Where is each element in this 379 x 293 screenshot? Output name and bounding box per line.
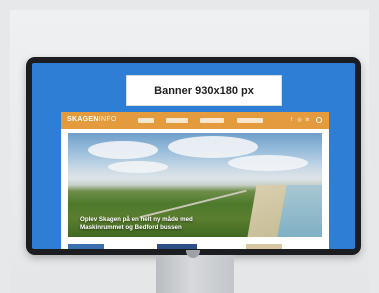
cloud-shape — [168, 136, 258, 158]
linkedin-icon[interactable]: in — [305, 117, 310, 123]
thumbnail[interactable] — [246, 244, 282, 249]
cloud-shape — [108, 161, 168, 173]
banner-label: Banner 930x180 px — [154, 84, 254, 97]
monitor-stand — [156, 255, 234, 293]
thumbnail[interactable] — [68, 244, 104, 249]
monitor-screen: Banner 930x180 px SKAGENINFO f ◎ in Ople… — [32, 63, 355, 249]
monitor-bezel: Banner 930x180 px SKAGENINFO f ◎ in Ople… — [26, 57, 361, 255]
hero-image[interactable]: Oplev Skagen på en helt ny måde med Mask… — [68, 133, 322, 237]
cloud-shape — [88, 141, 158, 159]
cloud-shape — [228, 155, 308, 171]
instagram-icon[interactable]: ◎ — [297, 117, 302, 123]
nav-item-4[interactable] — [237, 118, 263, 123]
road-line — [139, 189, 247, 219]
hero-caption: Oplev Skagen på en helt ny måde med Mask… — [80, 216, 193, 231]
website-preview: SKAGENINFO f ◎ in Oplev Skagen på en hel… — [61, 112, 329, 249]
logo-light: INFO — [98, 116, 117, 123]
banner-placeholder[interactable]: Banner 930x180 px — [126, 75, 282, 106]
search-icon[interactable] — [316, 117, 322, 123]
site-nav-bar: SKAGENINFO f ◎ in — [61, 112, 329, 129]
facebook-icon[interactable]: f — [289, 117, 294, 123]
site-logo[interactable]: SKAGENINFO — [67, 116, 117, 123]
nav-item-1[interactable] — [138, 118, 154, 123]
thumbnail[interactable] — [157, 244, 197, 249]
nav-item-3[interactable] — [200, 118, 224, 123]
nav-item-2[interactable] — [166, 118, 188, 123]
logo-bold: SKAGEN — [67, 116, 99, 123]
